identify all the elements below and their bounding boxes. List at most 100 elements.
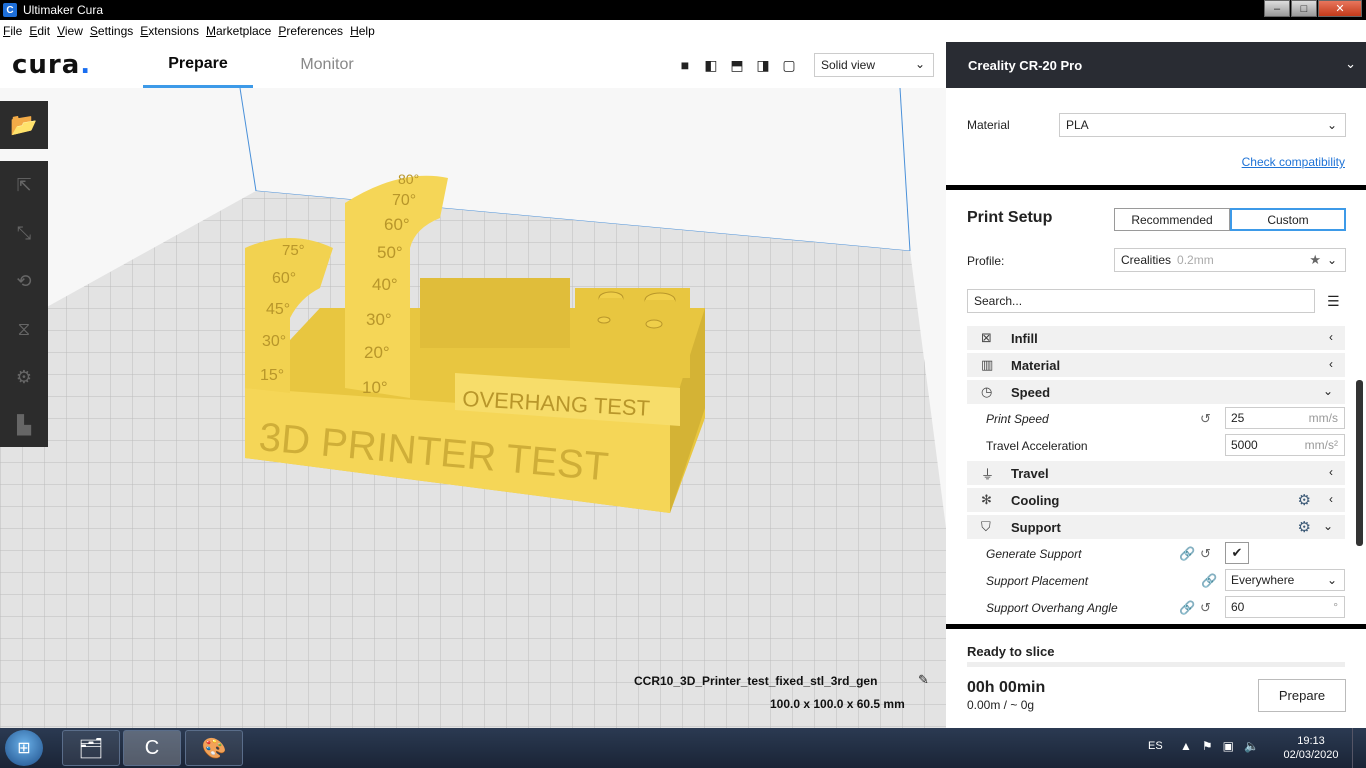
taskbar: ⊞ 🗂 C 🎨 ES ▲⚑▣🔈 19:13 02/03/2020 <box>0 728 1366 768</box>
move-tool-icon[interactable]: ⇱ <box>0 161 48 209</box>
setting-label: Travel Acceleration <box>986 439 1088 453</box>
menu-edit[interactable]: Edit <box>29 24 50 38</box>
speed-icon: ◷ <box>981 384 993 399</box>
chevron-down-icon: ⌄ <box>914 57 925 71</box>
menu-marketplace[interactable]: Marketplace <box>206 24 271 38</box>
palette-icon: 🎨 <box>201 737 227 760</box>
tab-prepare[interactable]: Prepare <box>143 42 253 88</box>
category-cooling[interactable]: ✻ Cooling ⚙ ‹ <box>967 488 1345 512</box>
check-compatibility-link[interactable]: Check compatibility <box>1242 155 1345 169</box>
slice-status: Ready to slice <box>967 644 1055 659</box>
recommended-button[interactable]: Recommended <box>1114 208 1230 231</box>
arc-label: 30° <box>366 310 392 329</box>
support-placement-dropdown[interactable]: Everywhere ⌄ <box>1225 569 1345 591</box>
material-icon: ▥ <box>981 357 994 372</box>
support-blocker-icon[interactable]: ▙ <box>0 401 48 449</box>
arc-label: 40° <box>372 275 398 294</box>
custom-button[interactable]: Custom <box>1230 208 1346 231</box>
travel-acceleration-input[interactable]: 5000 mm/s² <box>1225 434 1345 456</box>
menu-settings[interactable]: Settings <box>90 24 133 38</box>
setting-label: Generate Support <box>986 547 1082 561</box>
settings-scrollbar[interactable] <box>1356 380 1363 546</box>
chevron-down-icon: ⌄ <box>1326 253 1337 267</box>
cura-app-icon: C <box>3 3 17 17</box>
model-name: CCR10_3D_Printer_test_fixed_stl_3rd_gen <box>634 674 878 688</box>
menu-extensions[interactable]: Extensions <box>140 24 199 38</box>
category-speed[interactable]: ◷ Speed ⌄ <box>967 380 1345 404</box>
menu-help[interactable]: Help <box>350 24 375 38</box>
menu-preferences[interactable]: Preferences <box>278 24 343 38</box>
mirror-tool-icon[interactable]: ⧖ <box>0 305 48 353</box>
reset-icon[interactable]: ↺ <box>1200 411 1211 427</box>
arc-label: 45° <box>266 301 290 318</box>
field-value: Everywhere <box>1231 573 1295 587</box>
maximize-button[interactable]: □ <box>1291 0 1317 17</box>
arc-label: 20° <box>364 343 390 362</box>
3d-viewport[interactable]: OVERHANG TEST 3D PRINTER TEST 75° 60° 45… <box>0 88 946 728</box>
per-model-settings-icon[interactable]: ⚙ <box>0 353 48 401</box>
category-material[interactable]: ▥ Material ‹ <box>967 353 1345 377</box>
settings-search-input[interactable]: Search... <box>967 289 1315 313</box>
chevron-down-icon: ⌄ <box>1326 573 1337 587</box>
setting-label: Support Overhang Angle <box>986 601 1118 615</box>
open-file-button[interactable]: 📂 <box>0 101 48 149</box>
arc-label: 10° <box>362 378 388 397</box>
printer-selector[interactable]: Creality CR-20 Pro ⌄ <box>946 42 1366 88</box>
print-speed-input[interactable]: 25 mm/s <box>1225 407 1345 429</box>
rotate-tool-icon[interactable]: ⟲ <box>0 257 48 305</box>
gear-icon[interactable]: ⚙ <box>1298 491 1311 509</box>
taskbar-paint[interactable]: 🎨 <box>185 730 243 766</box>
arc-label: 70° <box>392 192 416 209</box>
view-mode-dropdown[interactable]: Solid view ⌄ <box>814 53 934 77</box>
field-unit: mm/s <box>1308 411 1338 425</box>
fan-icon: ✻ <box>981 492 992 507</box>
slice-button[interactable]: Prepare <box>1258 679 1346 712</box>
clock-date: 02/03/2020 <box>1283 749 1339 761</box>
close-button[interactable]: ✕ <box>1318 0 1362 17</box>
link-icon: 🔗 <box>1201 573 1218 588</box>
taskbar-cura[interactable]: C <box>123 730 181 766</box>
window-title: Ultimaker Cura <box>23 3 104 17</box>
language-indicator[interactable]: ES <box>1148 740 1163 752</box>
chevron-down-icon: ⌄ <box>1326 118 1337 132</box>
pencil-icon[interactable]: ✎ <box>918 672 929 688</box>
travel-icon: ⏚ <box>981 466 995 482</box>
checkmark-icon: ✔ <box>1231 545 1243 560</box>
category-support[interactable]: ⛉ Support ⚙ ⌄ <box>967 515 1345 539</box>
minimize-button[interactable]: – <box>1264 0 1290 17</box>
reset-icon[interactable]: ↺ <box>1200 600 1211 616</box>
setting-support-overhang-angle: Support Overhang Angle 🔗 ↺ 60 ° <box>986 596 1345 620</box>
clock[interactable]: 19:13 02/03/2020 <box>1278 734 1344 762</box>
menu-file[interactable]: File <box>3 24 22 38</box>
front-view-icon[interactable]: ◧ <box>702 56 720 74</box>
print-setup-title: Print Setup <box>967 209 1053 226</box>
menu-view[interactable]: View <box>57 24 83 38</box>
show-desktop-button[interactable] <box>1352 728 1366 768</box>
support-overhang-input[interactable]: 60 ° <box>1225 596 1345 618</box>
category-travel[interactable]: ⏚ Travel ‹ <box>967 461 1345 485</box>
start-button[interactable]: ⊞ <box>5 730 43 766</box>
slice-panel: Ready to slice 00h 00min 0.00m / ~ 0g Pr… <box>946 629 1366 728</box>
3d-view-icon[interactable]: ■ <box>676 56 694 74</box>
field-value: 25 <box>1231 411 1245 425</box>
material-dropdown[interactable]: PLA ⌄ <box>1059 113 1346 137</box>
reset-icon[interactable]: ↺ <box>1200 546 1211 562</box>
settings-menu-icon[interactable]: ☰ <box>1327 293 1340 310</box>
generate-support-checkbox[interactable]: ✔ <box>1225 542 1249 564</box>
left-view-icon[interactable]: ◨ <box>754 56 772 74</box>
link-icon: 🔗 <box>1179 546 1196 561</box>
title-bar: C Ultimaker Cura – □ ✕ <box>0 0 1366 20</box>
chevron-left-icon: ‹ <box>1329 330 1333 344</box>
category-infill[interactable]: ⊠ Infill ‹ <box>967 326 1345 350</box>
profile-dropdown[interactable]: Crealities 0.2mm ★ ⌄ <box>1114 248 1346 272</box>
category-label: Cooling <box>1011 492 1060 508</box>
top-view-icon[interactable]: ⬒ <box>728 56 746 74</box>
scale-tool-icon[interactable]: ⤡ <box>0 209 48 257</box>
tab-monitor[interactable]: Monitor <box>272 42 382 88</box>
arc-label: 60° <box>272 270 296 287</box>
right-view-icon[interactable]: ▢ <box>780 56 798 74</box>
infill-icon: ⊠ <box>981 330 992 345</box>
taskbar-explorer[interactable]: 🗂 <box>62 730 120 766</box>
tray-icons[interactable]: ▲⚑▣🔈 <box>1180 739 1269 753</box>
gear-icon[interactable]: ⚙ <box>1298 518 1311 536</box>
